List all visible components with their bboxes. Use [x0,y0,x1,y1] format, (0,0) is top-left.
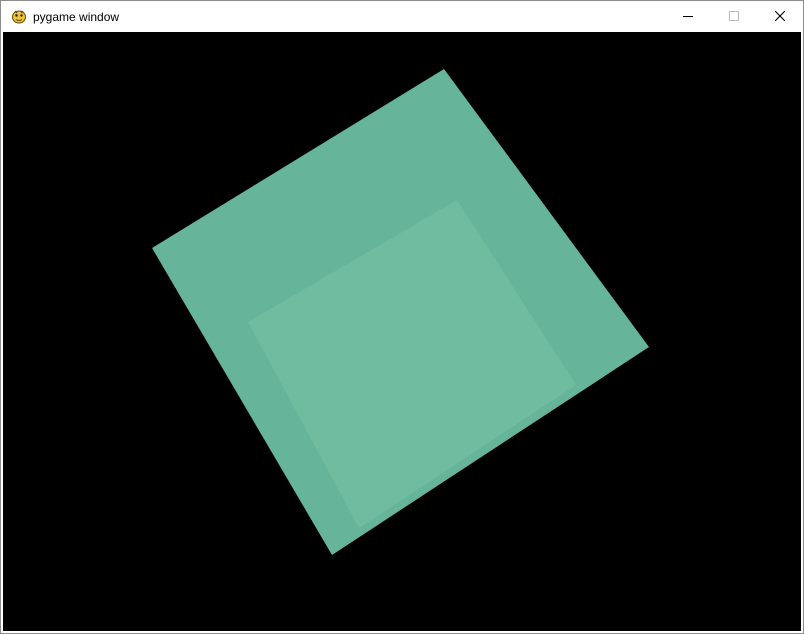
rendered-cube-scene [152,69,649,555]
title-bar[interactable]: pygame window [1,1,803,32]
pygame-window: pygame window [0,0,804,634]
maximize-icon [729,11,739,21]
close-icon [775,11,785,21]
window-title: pygame window [33,10,120,24]
maximize-button[interactable] [711,1,757,32]
minimize-button[interactable] [665,1,711,32]
pygame-snake-icon [11,8,27,24]
close-button[interactable] [757,1,803,32]
game-canvas[interactable] [3,32,801,631]
minimize-icon [683,16,693,17]
